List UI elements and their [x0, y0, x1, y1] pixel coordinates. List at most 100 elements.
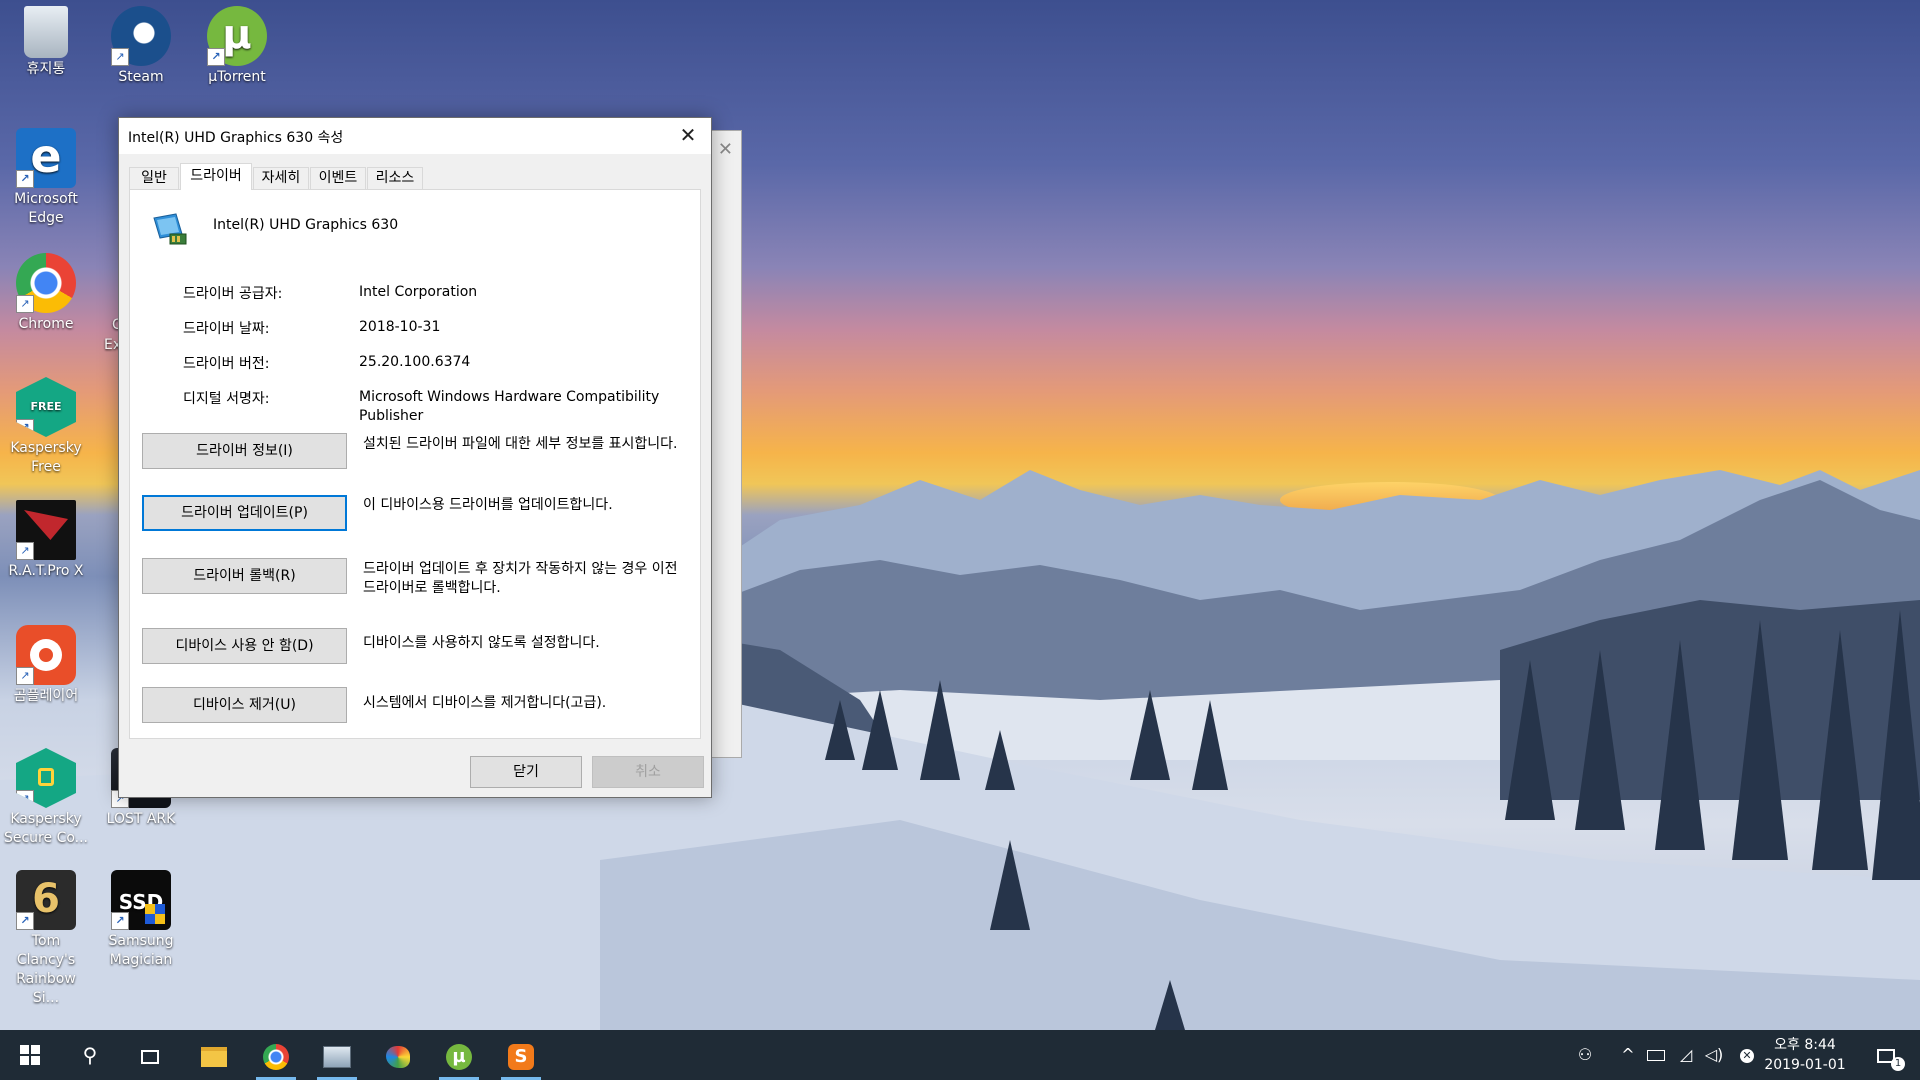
- chrome-icon: [263, 1043, 289, 1070]
- circle-x-icon: ✕: [1740, 1048, 1754, 1063]
- uninstall-device-button[interactable]: 디바이스 제거(U): [142, 687, 347, 723]
- tab-driver[interactable]: 드라이버: [180, 163, 252, 190]
- desktop-icon-label: Kaspersky Free: [10, 440, 82, 475]
- device-name: Intel(R) UHD Graphics 630: [213, 217, 399, 233]
- desktop-icon-label: Steam: [118, 69, 164, 85]
- dialog-title: Intel(R) UHD Graphics 630 속성: [128, 130, 344, 146]
- shortcut-arrow-icon: ↗: [16, 912, 34, 930]
- desktop-icon-label: LOST ARK: [106, 811, 176, 827]
- desktop-icon-label: Samsung Magician: [108, 933, 174, 968]
- taskbar-orange-app[interactable]: S: [497, 1030, 545, 1080]
- driver-version-value: 25.20.100.6374: [359, 354, 471, 370]
- driver-version-label: 드라이버 버전:: [183, 356, 270, 372]
- driver-provider-label: 드라이버 공급자:: [183, 286, 283, 302]
- taskbar-clock[interactable]: 오후 8:44 2019-01-01: [1760, 1035, 1850, 1075]
- folder-icon: [201, 1046, 227, 1067]
- driver-details-description: 설치된 드라이버 파일에 대한 세부 정보를 표시합니다.: [363, 436, 678, 452]
- desktop-icon-label: Chrome: [18, 316, 74, 332]
- clock-date: 2019-01-01: [1764, 1057, 1846, 1073]
- utorrent-icon: µ ↗: [207, 6, 267, 66]
- device-manager-icon: [323, 1045, 351, 1068]
- rainbow-six-icon: 6 ↗: [16, 870, 76, 930]
- taskbar-utorrent[interactable]: µ: [435, 1030, 483, 1080]
- update-driver-button[interactable]: 드라이버 업데이트(P): [142, 495, 347, 531]
- desktop-icon-edge[interactable]: e ↗ Microsoft Edge: [2, 128, 90, 228]
- driver-details-button[interactable]: 드라이버 정보(I): [142, 433, 347, 469]
- shortcut-arrow-icon: ↗: [207, 48, 225, 66]
- desktop-icon-label: µTorrent: [208, 69, 266, 85]
- close-button[interactable]: ✕: [665, 118, 711, 154]
- edge-icon: e ↗: [16, 128, 76, 188]
- desktop-icon-gom-player[interactable]: ↗ 곰플레이어: [2, 625, 90, 706]
- taskbar-file-explorer[interactable]: [190, 1030, 238, 1080]
- task-view-button[interactable]: [126, 1030, 174, 1080]
- people-icon: ⚇: [1577, 1045, 1593, 1064]
- driver-panel: Intel(R) UHD Graphics 630 드라이버 공급자: Inte…: [129, 189, 701, 739]
- shortcut-arrow-icon: ↗: [16, 419, 34, 437]
- desktop-icon-chrome[interactable]: ↗ Chrome: [2, 253, 90, 334]
- dialog-titlebar[interactable]: Intel(R) UHD Graphics 630 속성 ✕: [119, 118, 711, 154]
- tab-general[interactable]: 일반: [129, 167, 179, 189]
- search-icon: ⚲: [82, 1043, 98, 1067]
- show-hidden-icons-button[interactable]: ^: [1617, 1030, 1639, 1080]
- desktop-icon-rainbow-six[interactable]: 6 ↗ Tom Clancy's Rainbow Si...: [2, 870, 90, 1008]
- desktop-icon-samsung-magician[interactable]: SSD ↗ Samsung Magician: [97, 870, 185, 970]
- desktop-icon-steam[interactable]: ↗ Steam: [97, 6, 185, 87]
- people-button[interactable]: ⚇: [1570, 1030, 1600, 1080]
- desktop-icon-recycle-bin[interactable]: 휴지통: [2, 6, 90, 79]
- volume-tray[interactable]: ◁): [1702, 1030, 1726, 1080]
- s-app-icon: S: [508, 1043, 534, 1070]
- shortcut-arrow-icon: ↗: [16, 542, 34, 560]
- digital-signer-label: 디지털 서명자:: [183, 391, 270, 407]
- desktop-icon-kaspersky-free[interactable]: FREE ↗ Kaspersky Free: [2, 377, 90, 477]
- desktop-icon-label: 곰플레이어: [13, 688, 79, 704]
- disable-device-button[interactable]: 디바이스 사용 안 함(D): [142, 628, 347, 664]
- start-button[interactable]: [6, 1030, 54, 1080]
- task-view-icon: [141, 1049, 159, 1064]
- display-adapter-icon: [152, 212, 188, 246]
- shortcut-arrow-icon: ↗: [16, 667, 34, 685]
- clock-time: 오후 8:44: [1774, 1037, 1836, 1053]
- rollback-driver-description: 드라이버 업데이트 후 장치가 작동하지 않는 경우 이전 드라이버로 롤백합니…: [363, 561, 678, 596]
- uninstall-device-description: 시스템에서 디바이스를 제거합니다(고급).: [363, 695, 607, 711]
- taskbar-chrome[interactable]: [252, 1030, 300, 1080]
- close-icon[interactable]: ✕: [718, 139, 733, 160]
- ime-status[interactable]: ✕: [1734, 1030, 1760, 1080]
- tab-events[interactable]: 이벤트: [310, 167, 366, 189]
- wifi-icon: ◿: [1679, 1045, 1693, 1064]
- notification-badge: 1: [1891, 1056, 1905, 1071]
- steam-icon: ↗: [111, 6, 171, 66]
- driver-provider-value: Intel Corporation: [359, 284, 478, 300]
- shortcut-arrow-icon: ↗: [16, 790, 34, 808]
- desktop-icon-label: Microsoft Edge: [14, 191, 78, 226]
- shortcut-arrow-icon: ↗: [16, 295, 34, 313]
- rollback-driver-button[interactable]: 드라이버 롤백(R): [142, 558, 347, 594]
- kaspersky-free-icon: FREE ↗: [16, 377, 76, 437]
- taskbar-paint-app[interactable]: [374, 1030, 422, 1080]
- battery-tray[interactable]: [1643, 1030, 1669, 1080]
- desktop-icon-rat-pro-x[interactable]: ↗ R.A.T.Pro X: [2, 500, 90, 581]
- desktop-icon-label: Kaspersky Secure Co...: [3, 811, 89, 846]
- desktop-icon-label: Tom Clancy's Rainbow Si...: [16, 933, 76, 1006]
- shortcut-arrow-icon: ↗: [16, 170, 34, 188]
- taskbar-device-manager[interactable]: [313, 1030, 361, 1080]
- search-button[interactable]: ⚲: [66, 1030, 114, 1080]
- chrome-icon: ↗: [16, 253, 76, 313]
- tab-resources[interactable]: 리소스: [367, 167, 423, 189]
- cancel-button[interactable]: 취소: [592, 756, 704, 788]
- rat-pro-x-icon: ↗: [16, 500, 76, 560]
- tab-details[interactable]: 자세히: [253, 167, 309, 189]
- desktop-icon-utorrent[interactable]: µ ↗ µTorrent: [193, 6, 281, 87]
- battery-icon: [1647, 1050, 1665, 1061]
- driver-date-value: 2018-10-31: [359, 319, 441, 335]
- disable-device-description: 디바이스를 사용하지 않도록 설정합니다.: [363, 635, 600, 651]
- desktop-icon-kaspersky-secure[interactable]: ↗ Kaspersky Secure Co...: [2, 748, 90, 848]
- network-tray[interactable]: ◿: [1674, 1030, 1698, 1080]
- action-center-button[interactable]: 1: [1866, 1030, 1906, 1080]
- update-driver-description: 이 디바이스용 드라이버를 업데이트합니다.: [363, 497, 613, 513]
- close-dialog-button[interactable]: 닫기: [470, 756, 582, 788]
- desktop-icon-label: R.A.T.Pro X: [8, 563, 84, 579]
- notification-icon: 1: [1877, 1048, 1905, 1071]
- digital-signer-value: Microsoft Windows Hardware Compatibility…: [359, 389, 660, 424]
- speaker-icon: ◁): [1704, 1045, 1724, 1064]
